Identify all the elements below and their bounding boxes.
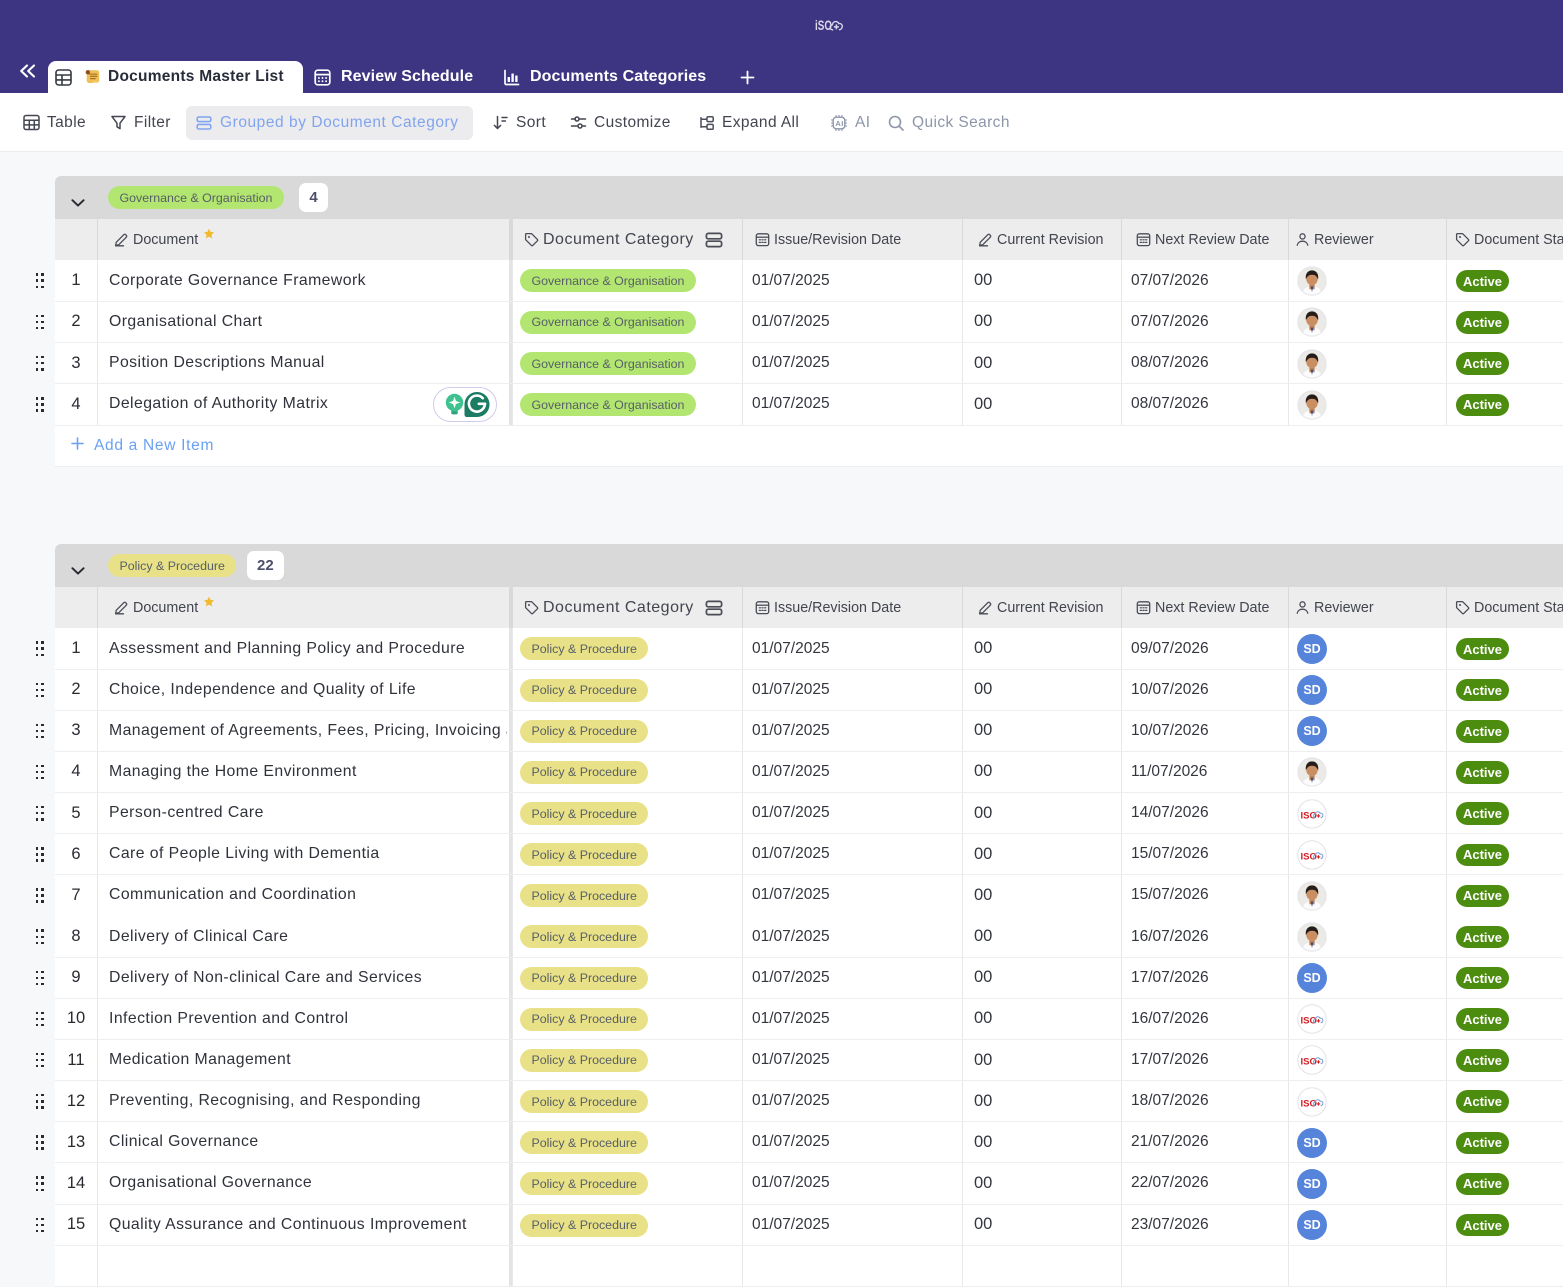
- svg-text:ISO: ISO: [1301, 1016, 1317, 1027]
- svg-text:ISO: ISO: [1301, 1057, 1317, 1068]
- svg-text:AI: AI: [835, 119, 843, 128]
- svg-text:ISO: ISO: [1301, 810, 1317, 821]
- svg-text:ISO: ISO: [1301, 851, 1317, 862]
- svg-text:ISO: ISO: [1301, 1098, 1317, 1109]
- svg-text:iSO: iSO: [815, 17, 832, 33]
